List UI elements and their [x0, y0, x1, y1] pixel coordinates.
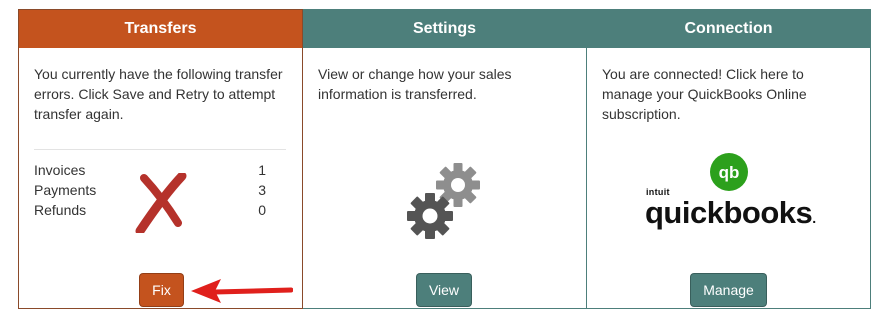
quickbooks-icon: qb — [710, 153, 748, 191]
transfers-title: Transfers — [19, 10, 302, 48]
settings-description: View or change how your sales informatio… — [318, 66, 512, 102]
transfers-divider — [34, 149, 286, 150]
fix-button[interactable]: Fix — [139, 273, 184, 307]
quickbooks-wordmark: quickbooks. — [645, 195, 816, 231]
settings-panel: Settings View or change how your sales i… — [303, 9, 587, 309]
error-count: 1 — [258, 162, 266, 178]
view-button[interactable]: View — [416, 273, 472, 307]
connection-panel: Connection You are connected! Click here… — [587, 9, 871, 309]
error-label: Invoices — [34, 162, 86, 178]
quickbooks-brand-text: quickbooks — [645, 195, 813, 230]
connection-body: You are connected! Click here to manage … — [587, 48, 870, 310]
error-label: Refunds — [34, 202, 87, 218]
x-mark-icon — [135, 173, 187, 233]
error-count: 3 — [258, 182, 266, 198]
gears-icon — [407, 163, 480, 239]
red-arrow-icon — [191, 279, 293, 303]
connection-description: You are connected! Click here to manage … — [602, 66, 807, 122]
error-label: Payments — [34, 182, 97, 198]
settings-body: View or change how your sales informatio… — [303, 48, 586, 310]
transfers-description: You currently have the following transfe… — [34, 66, 283, 122]
qb-icon-text: qb — [719, 163, 740, 182]
settings-title: Settings — [303, 10, 586, 48]
transfers-body: You currently have the following transfe… — [19, 48, 302, 310]
manage-button[interactable]: Manage — [690, 273, 767, 307]
quickbooks-brand-mark: . — [812, 210, 816, 226]
transfers-panel: Transfers You currently have the followi… — [18, 9, 303, 309]
connection-title: Connection — [587, 10, 870, 48]
error-count: 0 — [258, 202, 266, 218]
